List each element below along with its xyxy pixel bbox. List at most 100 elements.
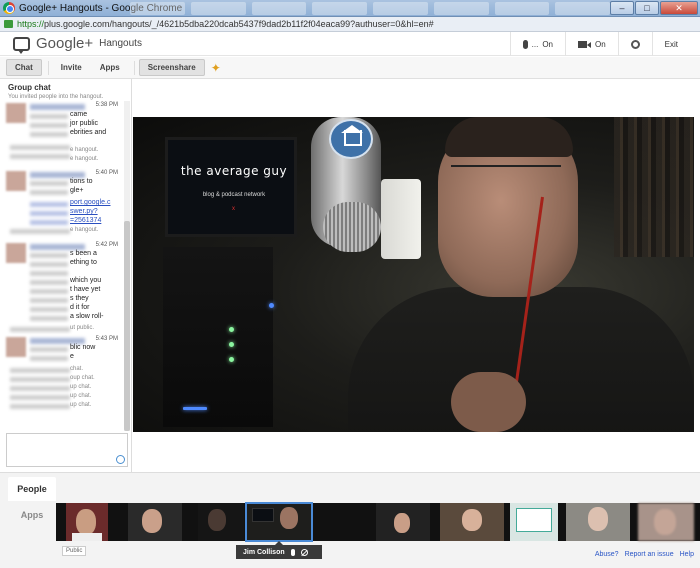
chat-button[interactable]: Chat bbox=[6, 59, 42, 76]
participant-face bbox=[462, 509, 482, 531]
sender-name[interactable] bbox=[30, 104, 85, 110]
participant-name: Jim Collison bbox=[243, 548, 285, 556]
person-hand bbox=[451, 372, 526, 432]
blurred-taskbar bbox=[130, 2, 610, 15]
minimize-button[interactable]: – bbox=[610, 1, 634, 15]
chat-scrollbar[interactable] bbox=[124, 101, 130, 431]
url-text[interactable]: https://plus.google.com/hangouts/_/4621b… bbox=[17, 19, 434, 29]
message-meta: up chat. bbox=[70, 393, 92, 399]
home-logo-icon bbox=[329, 119, 373, 159]
emoticon-icon[interactable] bbox=[116, 455, 125, 464]
avatar[interactable] bbox=[6, 243, 26, 263]
message-text: came bbox=[70, 111, 88, 118]
toolbar-divider bbox=[133, 60, 135, 75]
apps-tab[interactable]: Apps bbox=[8, 503, 56, 527]
chat-message: 5:43 PM blic now e chat. oup chat. up ch… bbox=[0, 335, 124, 425]
message-link[interactable]: swer.py? bbox=[70, 208, 98, 215]
help-link[interactable]: Help bbox=[680, 551, 694, 558]
public-badge: Public bbox=[62, 546, 87, 556]
effects-icon[interactable]: ✦ bbox=[211, 61, 221, 75]
message-meta: up chat. bbox=[70, 402, 92, 408]
mic-status: On bbox=[542, 39, 553, 49]
people-tab[interactable]: People bbox=[8, 477, 56, 501]
report-issue-link[interactable]: Report an issue bbox=[625, 551, 674, 558]
stage-footer bbox=[133, 432, 700, 472]
group-chat-panel: Group chat You invited people into the h… bbox=[0, 79, 132, 472]
message-text: d it for bbox=[70, 304, 90, 311]
featured-participant-bar: Jim Collison bbox=[236, 541, 322, 559]
led-light bbox=[229, 342, 234, 347]
microphone-grille bbox=[323, 202, 381, 252]
glasses bbox=[451, 165, 561, 185]
screenshare-button[interactable]: Screenshare bbox=[138, 59, 205, 76]
message-text: e bbox=[70, 353, 74, 360]
microphone-icon[interactable] bbox=[290, 548, 295, 556]
message-text: s been a bbox=[70, 250, 97, 257]
maximize-button[interactable]: □ bbox=[635, 1, 659, 15]
message-link[interactable]: =2561374 bbox=[70, 217, 101, 224]
exit-label: Exit bbox=[664, 39, 678, 49]
person-hair bbox=[445, 117, 573, 157]
message-text: a slow roll- bbox=[70, 313, 104, 320]
participant-face bbox=[280, 507, 298, 529]
message-time: 5:43 PM bbox=[95, 336, 118, 342]
window-title-bar: Google+ Hangouts - Google Chrome – □ ✕ bbox=[0, 0, 700, 17]
camera-icon bbox=[577, 40, 591, 48]
message-meta: up chat. bbox=[70, 384, 92, 390]
participant-face bbox=[394, 513, 410, 533]
participant-shirt bbox=[72, 533, 102, 541]
participant-thumbnail[interactable] bbox=[198, 503, 244, 541]
message-time: 5:38 PM bbox=[95, 102, 118, 108]
chat-title: Group chat bbox=[8, 83, 51, 92]
monitor-title: the average guy bbox=[180, 164, 288, 178]
camera-toggle[interactable]: On bbox=[564, 32, 618, 56]
avatar[interactable] bbox=[6, 171, 26, 191]
message-time: 5:40 PM bbox=[95, 170, 118, 176]
main-video[interactable]: the average guy blog & podcast network x bbox=[133, 117, 694, 432]
abuse-link[interactable]: Abuse? bbox=[595, 551, 619, 558]
message-text: gle+ bbox=[70, 187, 84, 194]
chat-message: 5:40 PM tions to gle+ port.google.c swer… bbox=[0, 169, 124, 241]
message-text: blic now bbox=[70, 344, 96, 351]
mic-toggle[interactable]: ... On bbox=[509, 32, 565, 56]
chat-input[interactable] bbox=[6, 433, 128, 467]
close-window-button[interactable]: ✕ bbox=[660, 1, 698, 15]
main-stage: the average guy blog & podcast network x bbox=[133, 79, 700, 472]
participant-thumbnail[interactable] bbox=[66, 503, 108, 541]
message-link[interactable]: port.google.c bbox=[70, 199, 110, 206]
avatar[interactable] bbox=[6, 103, 26, 123]
participant-thumbnail[interactable] bbox=[638, 503, 694, 541]
participant-thumbnail[interactable] bbox=[566, 503, 630, 541]
participant-face bbox=[142, 509, 162, 533]
exit-button[interactable]: Exit bbox=[651, 32, 690, 56]
message-meta: ut public. bbox=[70, 325, 95, 331]
chat-messages[interactable]: 5:38 PM came jor public ebrities and e h… bbox=[0, 101, 124, 431]
message-text: tions to bbox=[70, 178, 93, 185]
monitor-subtitle: blog & podcast network bbox=[202, 192, 266, 198]
apps-button[interactable]: Apps bbox=[92, 60, 128, 75]
settings-button[interactable] bbox=[617, 32, 652, 56]
participant-thumbnail[interactable] bbox=[376, 503, 430, 541]
invite-button[interactable]: Invite bbox=[53, 60, 90, 75]
participant-thumbnail[interactable] bbox=[440, 503, 504, 541]
participant-thumbnail-selected[interactable] bbox=[245, 502, 313, 542]
pop-filter bbox=[381, 179, 421, 259]
scrollbar-thumb[interactable] bbox=[124, 221, 130, 431]
thumbnail-screen bbox=[516, 508, 552, 532]
camera-status: On bbox=[594, 39, 606, 49]
mic-level-dots: ... bbox=[531, 39, 539, 49]
monitor-mark: x bbox=[232, 206, 235, 212]
message-text: which you bbox=[70, 277, 102, 284]
participant-thumbnail[interactable] bbox=[510, 503, 558, 541]
block-icon[interactable] bbox=[300, 548, 308, 556]
microphone-icon bbox=[522, 39, 528, 49]
avatar[interactable] bbox=[6, 337, 26, 357]
google-plus-brand[interactable]: Google+ bbox=[36, 35, 93, 52]
message-meta: oup chat. bbox=[70, 375, 95, 381]
window-controls: – □ ✕ bbox=[610, 1, 698, 15]
address-bar[interactable]: https://plus.google.com/hangouts/_/4621b… bbox=[0, 17, 700, 32]
message-meta: e hangout. bbox=[70, 227, 99, 233]
message-meta: e hangout. bbox=[70, 156, 99, 162]
participant-thumbnail[interactable] bbox=[128, 503, 182, 541]
footer-links: Abuse? Report an issue Help bbox=[595, 551, 694, 558]
